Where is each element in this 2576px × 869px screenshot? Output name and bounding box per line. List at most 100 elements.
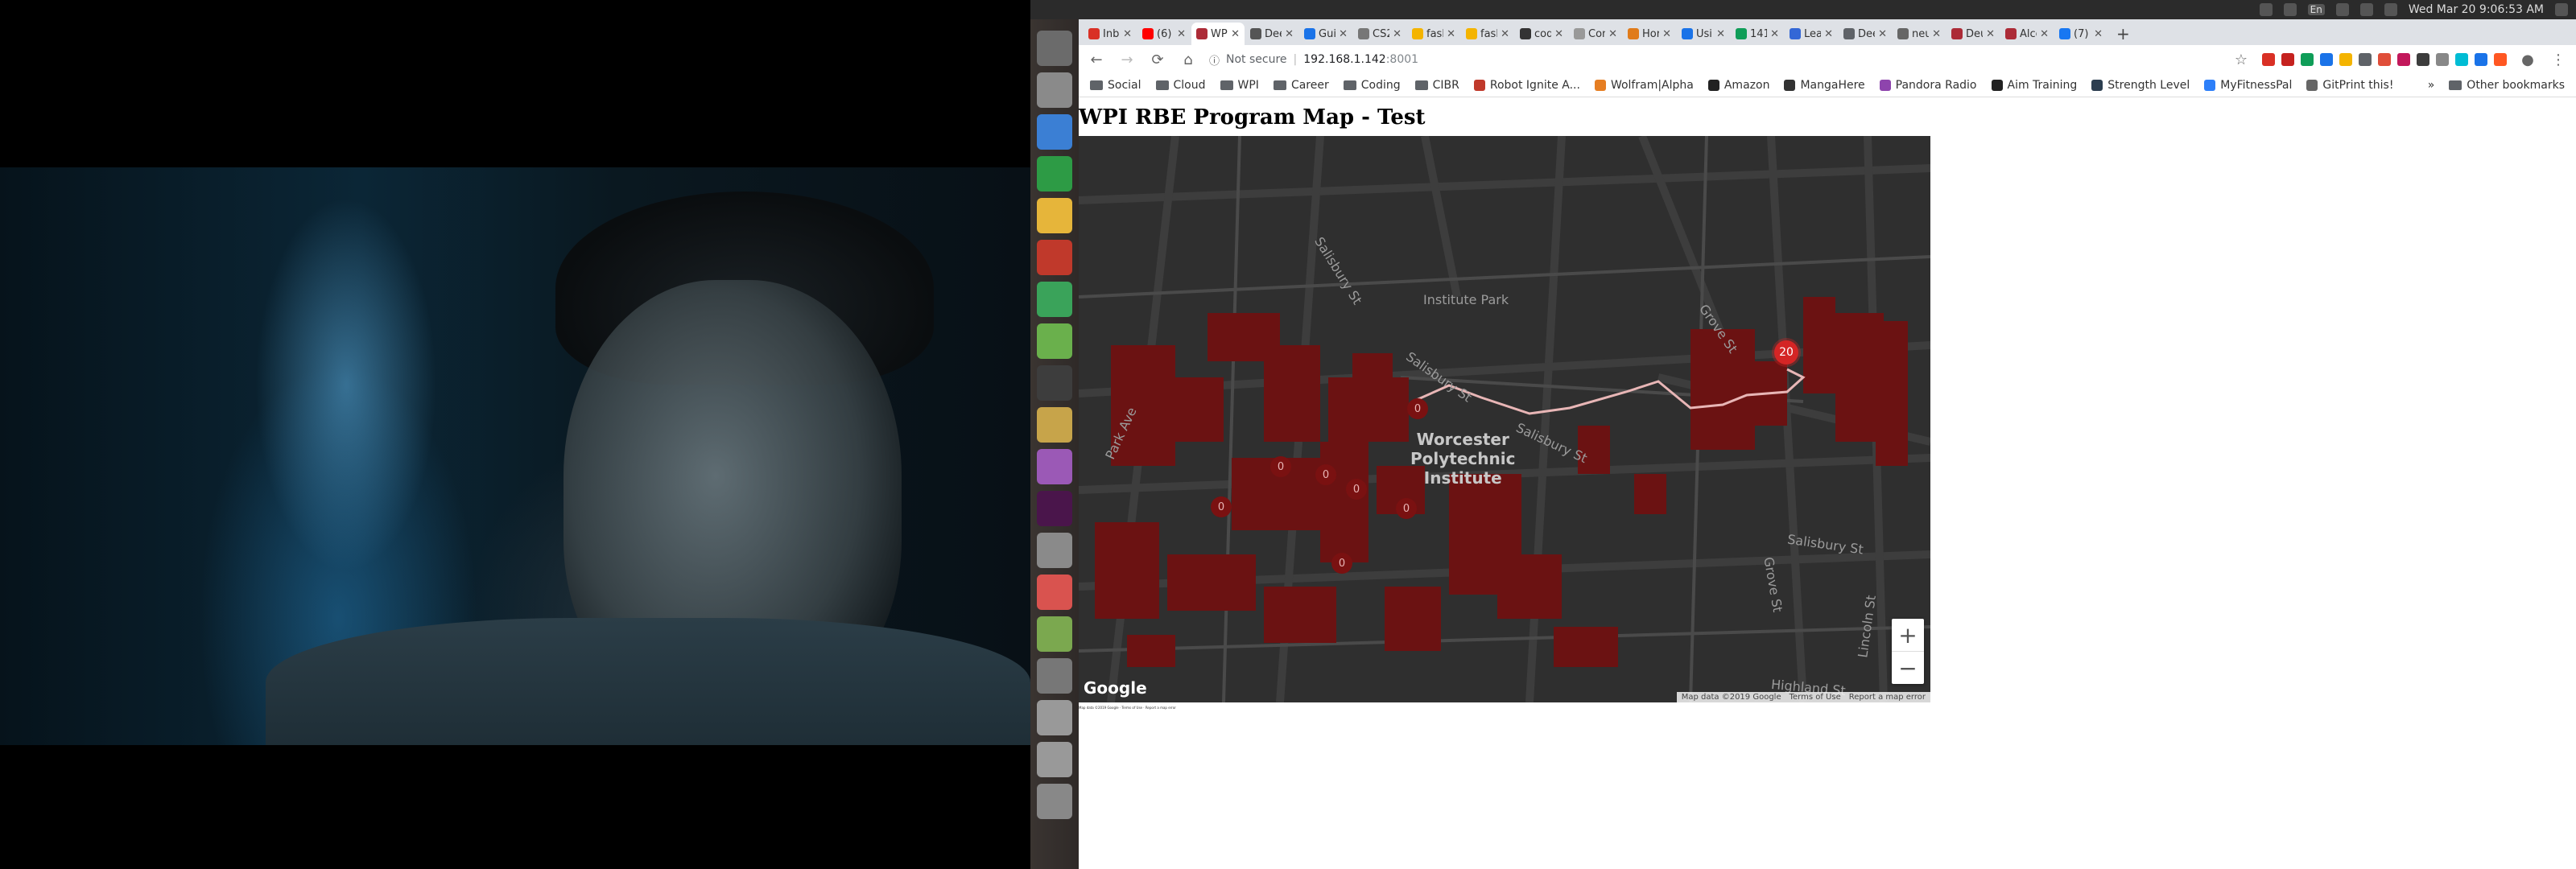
dropbox-icon[interactable] [2259,3,2273,16]
red-app-icon[interactable] [1037,575,1072,610]
browser-tab[interactable]: fash ✕ [1407,23,1460,45]
extension-icon[interactable] [2359,53,2372,66]
extension-icon[interactable] [2320,53,2333,66]
usb-drive-icon[interactable] [1037,658,1072,694]
tab-close-icon[interactable]: ✕ [1662,28,1671,40]
bookmark-link[interactable]: Aim Training [1991,79,2077,92]
trophy-icon[interactable] [1037,407,1072,443]
map-marker[interactable]: 0 [1270,456,1291,477]
bookmark-star-icon[interactable]: ☆ [2231,51,2251,68]
browser-tab[interactable]: Hor ✕ [1623,23,1676,45]
battery-icon[interactable] [2359,3,2373,16]
tab-close-icon[interactable]: ✕ [1608,28,1617,40]
tab-close-icon[interactable]: ✕ [1824,28,1833,40]
drive-icon[interactable] [1037,700,1072,735]
browser-tab[interactable]: Dee✕ [1245,23,1298,45]
drive2-icon[interactable] [1037,742,1072,777]
terminal-icon[interactable] [1037,240,1072,275]
browser-tab[interactable]: Guid✕ [1299,23,1352,45]
tab-close-icon[interactable]: ✕ [1393,28,1402,40]
extension-icon[interactable] [2339,53,2352,66]
map-marker[interactable]: 0 [1407,398,1428,419]
home-icon[interactable]: ⌂ [1179,51,1198,68]
tab-close-icon[interactable]: ✕ [1285,28,1294,40]
bookmark-folder[interactable]: Cloud [1155,79,1206,92]
browser-tab[interactable]: neu ✕ [1893,23,1946,45]
map-marker[interactable]: 0 [1211,496,1232,517]
address-bar[interactable]: ⓘ Not secure | 192.168.1.142:8001 [1209,48,2220,71]
browser-tab[interactable]: (7) A✕ [2054,23,2107,45]
tab-close-icon[interactable]: ✕ [1177,28,1186,40]
bookmark-folder[interactable]: WPI [1220,79,1259,92]
keyboard-layout[interactable]: En [2307,4,2325,15]
terms-of-use-link[interactable]: Terms of Use [1790,693,1841,702]
tab-close-icon[interactable]: ✕ [1716,28,1725,40]
browser-tab[interactable]: Deu✕ [1946,23,2000,45]
tab-close-icon[interactable]: ✕ [1447,28,1455,40]
map-marker[interactable]: 0 [1346,479,1367,500]
bluetooth-icon[interactable] [2335,3,2349,16]
tab-close-icon[interactable]: ✕ [2040,28,2049,40]
zoom-in-button[interactable]: + [1892,619,1924,651]
camera-icon[interactable] [1037,616,1072,652]
extension-icon[interactable] [2397,53,2410,66]
tab-close-icon[interactable]: ✕ [1339,28,1348,40]
tab-close-icon[interactable]: ✕ [1231,28,1240,40]
browser-tab[interactable]: CS2 ✕ [1353,23,1406,45]
info-icon[interactable]: ⓘ [1209,52,1220,68]
extension-icon[interactable] [2417,53,2429,66]
bookmark-folder[interactable]: Social [1090,79,1141,92]
bookmark-link[interactable]: MangaHere [1784,79,1865,92]
browser-tab[interactable]: fash ✕ [1461,23,1514,45]
tab-close-icon[interactable]: ✕ [1123,28,1132,40]
menu-icon[interactable]: ⋮ [2549,51,2568,68]
bookmark-folder[interactable]: Career [1273,79,1329,92]
tab-close-icon[interactable]: ✕ [2094,28,2103,40]
map-marker[interactable]: 0 [1396,498,1417,519]
zoom-out-button[interactable]: − [1892,652,1924,684]
browser-tab[interactable]: Usin✕ [1677,23,1730,45]
tab-close-icon[interactable]: ✕ [1878,28,1887,40]
new-tab-button[interactable]: + [2108,23,2138,45]
ubuntu-icon[interactable] [1037,31,1072,66]
slack-icon[interactable] [1037,491,1072,526]
volume-icon[interactable] [2384,3,2397,16]
bookmark-link[interactable]: Pandora Radio [1879,79,1977,92]
files-icon[interactable] [1037,72,1072,108]
extension-icon[interactable] [2301,53,2314,66]
extension-icon[interactable] [2281,53,2294,66]
browser-tab[interactable]: code✕ [1515,23,1568,45]
extension-icon[interactable] [2262,53,2275,66]
forward-arrow-icon[interactable]: → [1117,51,1137,68]
map-marker[interactable]: 20 [1774,340,1798,364]
extension-icon[interactable] [2494,53,2507,66]
other-bookmarks-folder[interactable]: Other bookmarks [2449,79,2565,92]
network-icon[interactable] [2283,3,2297,16]
bookmark-link[interactable]: Wolfram|Alpha [1594,79,1694,92]
browser-tab[interactable]: 141.✕ [1731,23,1784,45]
settings-icon[interactable] [1037,533,1072,568]
browser-tab[interactable]: WPI✕ [1191,23,1245,45]
extension-icon[interactable] [2436,53,2449,66]
browser-tab[interactable]: (6) K✕ [1137,23,1191,45]
tab-close-icon[interactable]: ✕ [1932,28,1941,40]
tab-close-icon[interactable]: ✕ [1770,28,1779,40]
browser-tab[interactable]: Lea ✕ [1785,23,1838,45]
map-marker[interactable]: 0 [1331,553,1352,574]
bookmark-link[interactable]: Strength Level [2091,79,2190,92]
extension-icon[interactable] [2475,53,2487,66]
android-studio-icon[interactable] [1037,282,1072,317]
google-map[interactable]: Institute Park Worcester Polytechnic Ins… [1079,136,1930,702]
bookmark-link[interactable]: GitPrint this! [2306,79,2393,92]
spreadsheet-icon[interactable] [1037,156,1072,192]
power-gear-icon[interactable] [2555,3,2568,16]
bookmark-link[interactable]: Robot Ignite A... [1473,79,1580,92]
browser-tab[interactable]: Dee✕ [1839,23,1892,45]
purple-app-icon[interactable] [1037,449,1072,484]
map-marker[interactable]: 0 [1315,464,1336,485]
bookmark-link[interactable]: MyFitnessPal [2204,79,2292,92]
trash-icon[interactable] [1037,784,1072,819]
document-viewer-icon[interactable] [1037,114,1072,150]
profile-avatar-icon[interactable]: ● [2518,51,2537,68]
system-monitor-icon[interactable] [1037,365,1072,401]
